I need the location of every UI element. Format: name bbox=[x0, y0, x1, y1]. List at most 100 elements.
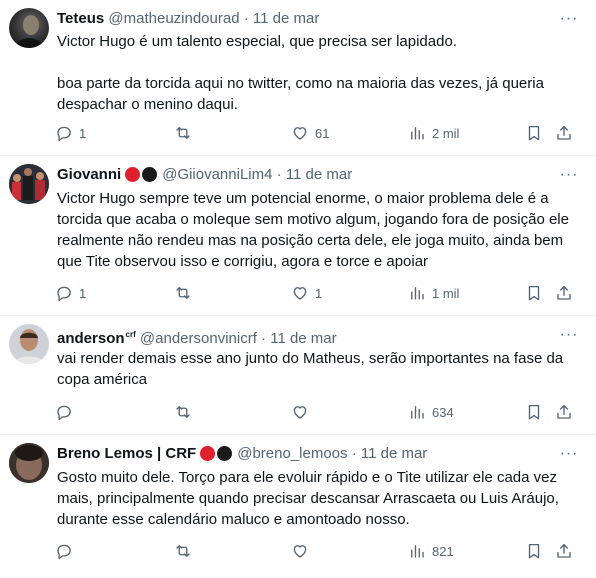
views-count: 634 bbox=[432, 404, 454, 420]
author-name[interactable]: Teteus bbox=[57, 10, 104, 27]
tweet-header: Teteus @matheuzindourad · 11 de mar bbox=[57, 9, 319, 29]
reply-count: 1 bbox=[79, 285, 87, 301]
avatar[interactable] bbox=[9, 324, 49, 364]
bookmark-button[interactable] bbox=[525, 539, 543, 563]
share-icon bbox=[557, 543, 571, 558]
black-circle-emoji bbox=[142, 167, 158, 182]
retweet-icon bbox=[176, 127, 190, 139]
tweet-text: Victor Hugo sempre teve um potencial eno… bbox=[57, 188, 578, 272]
bookmark-icon bbox=[528, 285, 540, 301]
tweet-header: Giovanni @GiiovanniLim4 · 11 de mar bbox=[57, 165, 352, 188]
tweet-paragraph: Gosto muito dele. Torço para ele evoluir… bbox=[57, 469, 559, 528]
like-count: 61 bbox=[315, 125, 330, 141]
author-name[interactable]: andersoncrf bbox=[57, 330, 136, 347]
tweet-date[interactable]: 11 de mar bbox=[253, 10, 319, 27]
author-handle[interactable]: @matheuzindourad bbox=[108, 10, 239, 27]
retweet-icon bbox=[176, 406, 190, 418]
heart-icon bbox=[293, 406, 307, 419]
more-options-icon[interactable]: ··· bbox=[558, 444, 580, 464]
tweet[interactable]: andersoncrf @andersonvinicrf · 11 de mar… bbox=[0, 316, 596, 435]
bookmark-button[interactable] bbox=[525, 281, 543, 305]
separator-dot: · bbox=[261, 330, 267, 347]
tweet-header: Breno Lemos | CRF @breno_lemoos · 11 de m… bbox=[57, 444, 427, 467]
like-button[interactable] bbox=[291, 400, 309, 424]
bookmark-icon bbox=[528, 543, 540, 559]
tweet-actions: 1 61 2 mil bbox=[0, 121, 596, 145]
reply-button[interactable] bbox=[55, 539, 73, 563]
author-name[interactable]: Giovanni bbox=[57, 166, 121, 183]
share-button[interactable] bbox=[555, 121, 573, 145]
views-button[interactable]: 2 mil bbox=[408, 121, 459, 145]
heart-icon bbox=[293, 127, 307, 140]
tweet-paragraph: boa parte da torcida aqui no twitter, co… bbox=[57, 75, 544, 113]
retweet-button[interactable] bbox=[174, 539, 192, 563]
tweet-paragraph: Victor Hugo é um talento especial, que p… bbox=[57, 33, 457, 50]
views-chart-icon bbox=[411, 127, 424, 140]
tweet[interactable]: Teteus @matheuzindourad · 11 de mar ··· … bbox=[0, 0, 596, 156]
separator-dot: · bbox=[276, 166, 282, 183]
reply-icon bbox=[57, 126, 71, 142]
avatar[interactable] bbox=[9, 8, 49, 48]
views-count: 821 bbox=[432, 543, 454, 559]
views-chart-icon bbox=[411, 406, 424, 419]
reply-button[interactable] bbox=[55, 400, 73, 424]
tweet-actions: 634 bbox=[0, 400, 596, 424]
like-button[interactable] bbox=[291, 539, 309, 563]
tweet[interactable]: Giovanni @GiiovanniLim4 · 11 de mar ··· V… bbox=[0, 156, 596, 316]
views-button[interactable]: 1 mil bbox=[408, 281, 459, 305]
views-chart-icon bbox=[411, 287, 424, 300]
retweet-icon bbox=[176, 545, 190, 557]
more-options-icon[interactable]: ··· bbox=[558, 9, 580, 29]
share-button[interactable] bbox=[555, 539, 573, 563]
tweet-text: Victor Hugo é um talento especial, que p… bbox=[57, 31, 578, 115]
tweet-date[interactable]: 11 de mar bbox=[361, 445, 427, 462]
share-icon bbox=[557, 404, 571, 419]
like-count: 1 bbox=[315, 285, 323, 301]
tweet-feed: Teteus @matheuzindourad · 11 de mar ··· … bbox=[0, 0, 596, 578]
heart-icon bbox=[293, 545, 307, 558]
author-handle[interactable]: @andersonvinicrf bbox=[140, 330, 257, 347]
reply-button[interactable]: 1 bbox=[55, 121, 86, 145]
bookmark-button[interactable] bbox=[525, 400, 543, 424]
retweet-button[interactable] bbox=[174, 281, 192, 305]
bookmark-button[interactable] bbox=[525, 121, 543, 145]
views-button[interactable]: 634 bbox=[408, 400, 454, 424]
like-button[interactable]: 1 bbox=[291, 281, 322, 305]
avatar[interactable] bbox=[9, 164, 49, 204]
retweet-icon bbox=[176, 287, 190, 299]
more-options-icon[interactable]: ··· bbox=[558, 325, 580, 345]
reply-icon bbox=[57, 405, 71, 421]
views-button[interactable]: 821 bbox=[408, 539, 454, 563]
flamengo-badges bbox=[200, 446, 234, 467]
tweet-actions: 821 bbox=[0, 539, 596, 563]
author-name[interactable]: Breno Lemos | CRF bbox=[57, 445, 196, 462]
share-icon bbox=[557, 285, 571, 300]
author-name-superscript: crf bbox=[125, 330, 136, 339]
black-circle-emoji bbox=[217, 446, 233, 461]
tweet-date[interactable]: 11 de mar bbox=[270, 330, 336, 347]
reply-icon bbox=[57, 544, 71, 560]
share-icon bbox=[557, 125, 571, 140]
like-button[interactable]: 61 bbox=[291, 121, 329, 145]
red-circle-emoji bbox=[200, 446, 216, 461]
avatar[interactable] bbox=[9, 443, 49, 483]
author-handle[interactable]: @GiiovanniLim4 bbox=[162, 166, 272, 183]
tweet-header: andersoncrf @andersonvinicrf · 11 de mar bbox=[57, 325, 337, 349]
tweet[interactable]: Breno Lemos | CRF @breno_lemoos · 11 de m… bbox=[0, 435, 596, 578]
tweet-paragraph: Victor Hugo sempre teve um potencial eno… bbox=[57, 190, 569, 270]
red-circle-emoji bbox=[125, 167, 141, 182]
separator-dot: · bbox=[243, 10, 249, 27]
retweet-button[interactable] bbox=[174, 121, 192, 145]
share-button[interactable] bbox=[555, 400, 573, 424]
more-options-icon[interactable]: ··· bbox=[558, 165, 580, 185]
tweet-date[interactable]: 11 de mar bbox=[286, 166, 352, 183]
reply-button[interactable]: 1 bbox=[55, 281, 86, 305]
views-count: 1 mil bbox=[432, 285, 460, 301]
share-button[interactable] bbox=[555, 281, 573, 305]
reply-icon bbox=[57, 286, 71, 302]
views-chart-icon bbox=[411, 545, 424, 558]
heart-icon bbox=[293, 287, 307, 300]
author-handle[interactable]: @breno_lemoos bbox=[237, 445, 347, 462]
separator-dot: · bbox=[351, 445, 357, 462]
retweet-button[interactable] bbox=[174, 400, 192, 424]
